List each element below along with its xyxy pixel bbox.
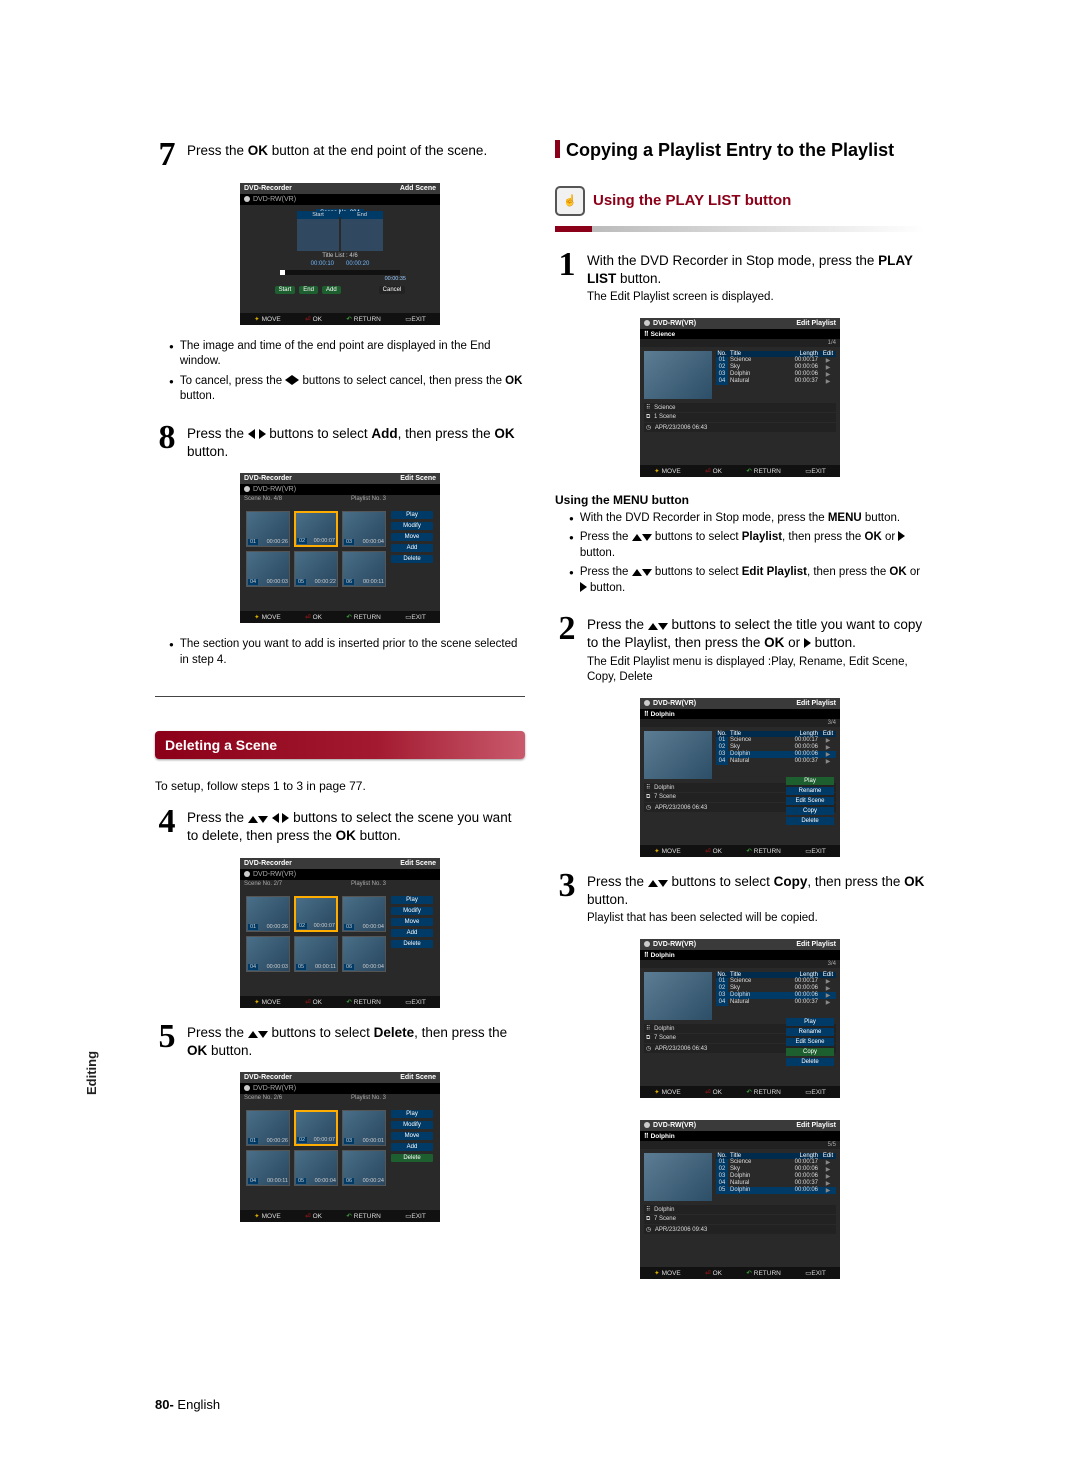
- note-7a: ●The image and time of the end point are…: [169, 339, 525, 370]
- step-3: 3 Press the buttons to select Copy, then…: [555, 871, 925, 927]
- step-number: 7: [155, 140, 179, 171]
- left-column: 7 Press the OK button at the end point o…: [155, 140, 525, 1293]
- step-5: 5 Press the buttons to select Delete, th…: [155, 1022, 525, 1060]
- manual-page: Editing 7 Press the OK button at the end…: [0, 0, 1080, 1470]
- tv-screenshot-edit-scene-1: DVD-RecorderEdit Scene DVD-RW(VR) Scene …: [240, 473, 440, 623]
- using-play-list-heading: ☝ Using the PLAY LIST button: [555, 186, 925, 216]
- disc-icon: [244, 196, 250, 202]
- tv-screenshot-edit-scene-3: DVD-RecorderEdit Scene DVD-RW(VR) Scene …: [240, 1072, 440, 1222]
- step-7: 7 Press the OK button at the end point o…: [155, 140, 525, 171]
- tv-screenshot-playlist-4: DVD-RW(VR)Edit Playlist ⠿ Dolphin 5/5 No…: [640, 1120, 840, 1279]
- step-2: 2 Press the buttons to select the title …: [555, 614, 925, 685]
- step-1: 1 With the DVD Recorder in Stop mode, pr…: [555, 250, 925, 306]
- note-7b: ●To cancel, press the buttons to select …: [169, 374, 525, 405]
- right-column: Copying a Playlist Entry to the Playlist…: [555, 140, 925, 1293]
- hand-icon: ☝: [555, 186, 585, 216]
- page-content: 7 Press the OK button at the end point o…: [155, 140, 925, 1293]
- tv-screenshot-playlist-1: DVD-RW(VR)Edit Playlist ⠿ Science 1/4 No…: [640, 318, 840, 477]
- menu-subheading: Using the MENU button: [555, 493, 925, 507]
- side-section-label: Editing: [84, 1051, 99, 1095]
- separator: [155, 696, 525, 697]
- gradient-bar: [555, 226, 925, 232]
- setup-note: To setup, follow steps 1 to 3 in page 77…: [155, 779, 525, 793]
- step-4: 4 Press the buttons to select the scene …: [155, 807, 525, 845]
- tv-screenshot-edit-scene-2: DVD-RecorderEdit Scene DVD-RW(VR) Scene …: [240, 858, 440, 1008]
- tv-screenshot-playlist-3: DVD-RW(VR)Edit Playlist ⠿ Dolphin 3/4 No…: [640, 939, 840, 1098]
- tv-screenshot-add-scene: DVD-RecorderAdd Scene DVD-RW(VR) Scene N…: [240, 183, 440, 325]
- tv-screenshot-playlist-2: DVD-RW(VR)Edit Playlist ⠿ Dolphin 3/4 No…: [640, 698, 840, 857]
- page-number: 80- English: [155, 1397, 220, 1412]
- section-title: Copying a Playlist Entry to the Playlist: [555, 140, 925, 162]
- step-8: 8 Press the buttons to select Add, then …: [155, 423, 525, 461]
- deleting-scene-heading: Deleting a Scene: [155, 731, 525, 759]
- step-text: Press the OK button at the end point of …: [187, 140, 487, 160]
- note-8: ●The section you want to add is inserted…: [169, 637, 525, 668]
